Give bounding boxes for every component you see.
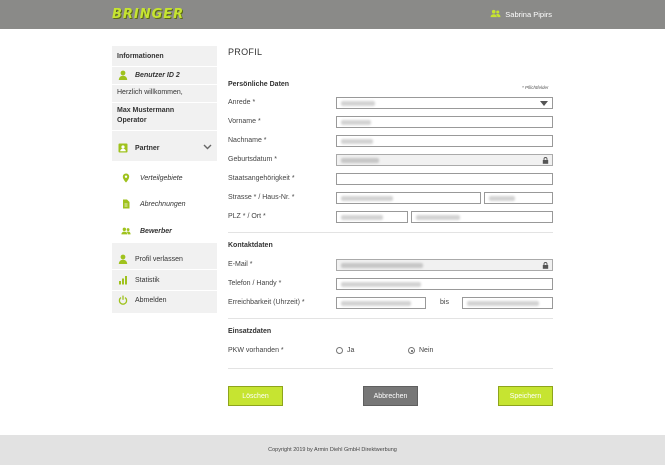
cancel-button[interactable]: Abbrechen <box>363 386 418 406</box>
label-staatsangehoerigkeit: Staatsangehörigkeit * <box>228 175 295 182</box>
sidebar-divider <box>112 269 217 270</box>
telefon-field[interactable] <box>336 278 553 290</box>
obscured-value <box>341 139 373 144</box>
sidebar-divider <box>112 84 217 85</box>
section-divider <box>228 318 553 319</box>
top-bar: BRINGER Sabrina Pipirs <box>0 0 665 29</box>
label-erreichbarkeit: Erreichbarkeit (Uhrzeit) * <box>228 299 305 306</box>
user-name: Sabrina Pipirs <box>505 10 552 19</box>
obscured-value <box>416 215 460 220</box>
sidebar-divider <box>112 130 217 131</box>
sidebar-item-abrechnungen[interactable]: Abrechnungen <box>112 198 217 210</box>
nachname-field[interactable] <box>336 135 553 147</box>
label-plz: PLZ * / Ort * <box>228 213 266 220</box>
sidebar-item-profil-verlassen[interactable]: Profil verlassen <box>112 253 217 265</box>
obscured-value <box>341 120 371 125</box>
label-email: E-Mail * <box>228 261 253 268</box>
label-bis: bis <box>440 299 449 306</box>
logo[interactable]: BRINGER <box>112 7 184 22</box>
sidebar: Informationen Benutzer ID 2 Herzlich wil… <box>112 46 217 313</box>
plz-field[interactable] <box>336 211 408 223</box>
label-vorname: Vorname * <box>228 118 261 125</box>
erreichbarkeit-bis-field[interactable] <box>462 297 553 309</box>
sidebar-heading: Informationen <box>117 53 164 60</box>
sidebar-divider <box>112 290 217 291</box>
lock-icon <box>542 262 549 269</box>
label-strasse: Strasse * / Haus-Nr. * <box>228 194 295 201</box>
obscured-value <box>341 196 393 201</box>
map-pin-icon <box>120 172 132 184</box>
bar-chart-icon <box>117 274 129 286</box>
sidebar-divider <box>112 66 217 67</box>
label-geburtsdatum: Geburtsdatum * <box>228 156 278 163</box>
label-telefon: Telefon / Handy * <box>228 280 282 287</box>
sidebar-user-id: Benutzer ID 2 <box>112 69 217 81</box>
lock-icon <box>542 157 549 164</box>
obscured-value <box>467 301 539 306</box>
section-divider <box>228 368 553 369</box>
pkw-option-nein[interactable]: Nein <box>408 347 433 354</box>
vorname-field[interactable] <box>336 116 553 128</box>
ort-field[interactable] <box>411 211 553 223</box>
sidebar-item-statistik[interactable]: Statistik <box>112 274 217 286</box>
staatsangehoerigkeit-field[interactable] <box>336 173 553 185</box>
obscured-value <box>341 282 421 287</box>
users-icon <box>120 225 132 237</box>
obscured-value <box>341 301 411 306</box>
label-pkw: PKW vorhanden * <box>228 347 284 354</box>
delete-button[interactable]: Löschen <box>228 386 283 406</box>
page-title: PROFIL <box>228 47 263 57</box>
id-card-icon <box>117 142 129 154</box>
required-note: * Pflichtfelder <box>522 85 549 90</box>
sidebar-item-verteilgebiete[interactable]: Verteilgebiete <box>112 172 217 184</box>
obscured-value <box>341 215 383 220</box>
obscured-value <box>341 263 423 268</box>
label-anrede: Anrede * <box>228 99 256 106</box>
sidebar-divider <box>112 102 217 103</box>
users-icon <box>490 9 501 20</box>
obscured-value <box>341 101 375 106</box>
save-button[interactable]: Speichern <box>498 386 553 406</box>
document-icon <box>120 198 132 210</box>
section-title-personal: Persönliche Daten <box>228 81 290 88</box>
label-nachname: Nachname * <box>228 137 267 144</box>
hausnummer-field[interactable] <box>484 192 553 204</box>
pkw-option-ja[interactable]: Ja <box>336 347 354 354</box>
user-icon <box>117 253 129 265</box>
geburtsdatum-field <box>336 154 553 166</box>
power-icon <box>117 294 129 306</box>
sidebar-welcome: Herzlich willkommen, <box>117 89 183 96</box>
email-field <box>336 259 553 271</box>
chevron-down-icon <box>540 101 548 106</box>
radio-button[interactable] <box>336 347 343 354</box>
anrede-select[interactable] <box>336 97 553 109</box>
radio-button-selected[interactable] <box>408 347 415 354</box>
user-menu[interactable]: Sabrina Pipirs <box>490 9 552 20</box>
user-icon <box>117 69 129 81</box>
sidebar-user-role: Operator <box>117 117 147 124</box>
sidebar-item-abmelden[interactable]: Abmelden <box>112 294 217 306</box>
copyright-text: Copyright 2019 by Armin Diehl GmbH Direk… <box>268 447 397 453</box>
sidebar-user-name: Max Mustermann <box>117 107 175 114</box>
sidebar-item-bewerber[interactable]: Bewerber <box>112 225 217 237</box>
sidebar-item-partner[interactable]: Partner <box>112 142 217 154</box>
section-title-einsatz: Einsatzdaten <box>228 328 272 335</box>
section-divider <box>228 232 553 233</box>
footer: Copyright 2019 by Armin Diehl GmbH Direk… <box>0 435 665 465</box>
obscured-value <box>341 158 379 163</box>
erreichbarkeit-von-field[interactable] <box>336 297 426 309</box>
obscured-value <box>489 196 515 201</box>
chevron-down-icon[interactable] <box>203 144 212 152</box>
strasse-field[interactable] <box>336 192 481 204</box>
section-title-contact: Kontaktdaten <box>228 242 273 249</box>
